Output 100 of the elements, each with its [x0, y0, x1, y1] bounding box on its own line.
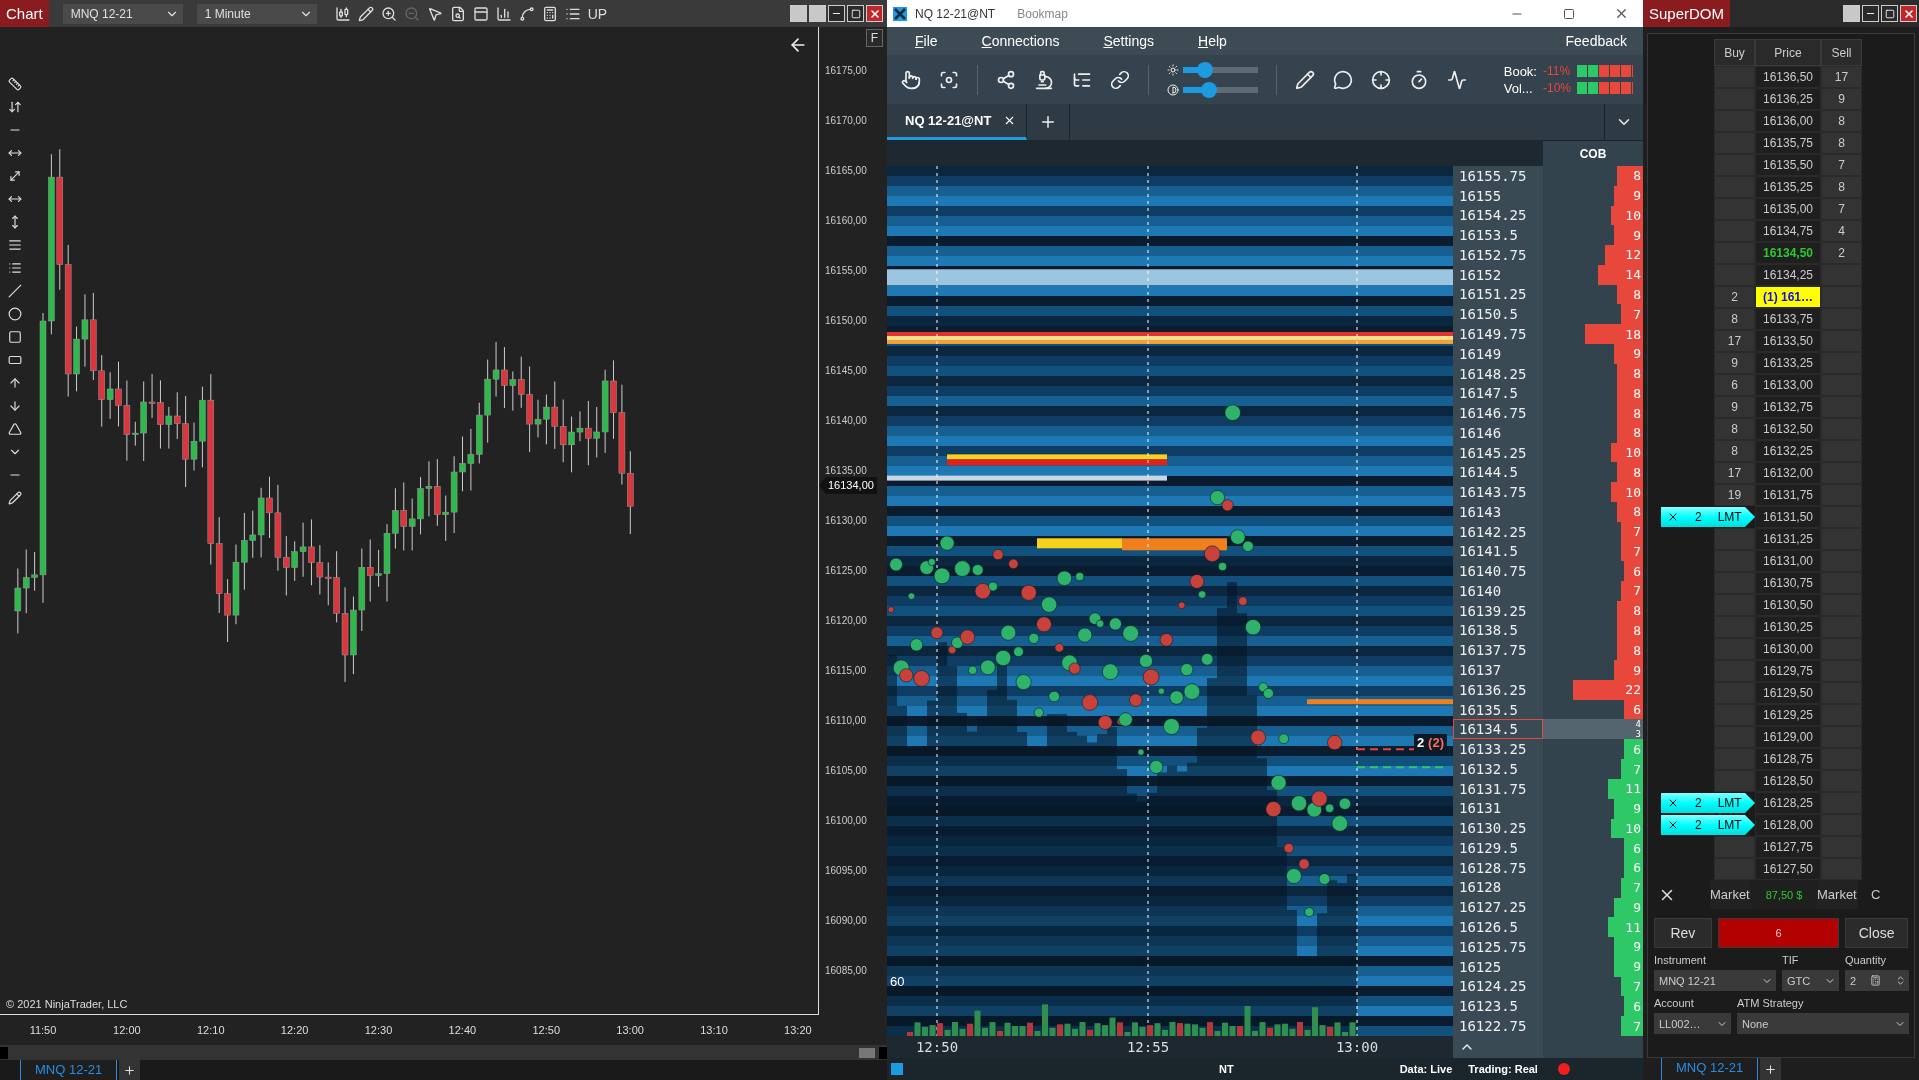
buy-cell[interactable] [1714, 748, 1755, 770]
panel-icon[interactable] [472, 5, 489, 22]
panel-button[interactable]: F [865, 29, 883, 47]
sell-cell[interactable] [1821, 748, 1862, 770]
pencil-icon[interactable] [8, 491, 22, 505]
menu-item[interactable]: Settings [1103, 33, 1154, 49]
triangle-icon[interactable] [8, 422, 22, 436]
buy-cell[interactable] [1714, 154, 1755, 176]
sell-cell[interactable] [1821, 374, 1862, 396]
menu-item[interactable]: Connections [981, 33, 1060, 49]
sell-cell[interactable] [1821, 418, 1862, 440]
buy-cell[interactable] [1714, 572, 1755, 594]
price-cell[interactable]: 16134,75 [1755, 220, 1821, 242]
price-cell[interactable]: 16127,75 [1755, 836, 1821, 858]
sell-cell[interactable]: 8 [1821, 176, 1862, 198]
sell-cell[interactable]: 2 [1821, 242, 1862, 264]
hand-pointer-icon[interactable] [901, 69, 921, 90]
sell-cell[interactable] [1821, 682, 1862, 704]
sell-cell[interactable]: 9 [1821, 88, 1862, 110]
circle-icon[interactable] [8, 307, 22, 321]
calculator-icon[interactable] [541, 5, 558, 22]
sell-cell[interactable] [1821, 660, 1862, 682]
ruler-icon[interactable] [8, 77, 22, 91]
buy-cell[interactable] [1714, 594, 1755, 616]
instrument-select[interactable]: MNQ 12-21 [62, 3, 183, 24]
buy-cell[interactable]: 8 [1714, 418, 1755, 440]
close-button[interactable] [1900, 5, 1917, 22]
arrows-icon[interactable] [8, 100, 22, 114]
lines-icon[interactable] [8, 238, 22, 252]
price-cell[interactable]: 16134,50 [1755, 242, 1821, 264]
sell-cell[interactable] [1821, 572, 1862, 594]
buy-cell[interactable] [1714, 242, 1755, 264]
price-cell[interactable]: 16135,50 [1755, 154, 1821, 176]
buy-cell[interactable]: 8 [1714, 308, 1755, 330]
price-cell[interactable]: 16128,75 [1755, 748, 1821, 770]
minimize-button[interactable] [1862, 5, 1879, 22]
price-cell[interactable]: 16136,00 [1755, 110, 1821, 132]
zoom-out-icon[interactable] [403, 5, 420, 22]
buy-cell[interactable] [1714, 176, 1755, 198]
share-icon[interactable] [996, 69, 1016, 90]
price-cell[interactable]: 16130,75 [1755, 572, 1821, 594]
instrument-tab[interactable]: MNQ 12-21 [1661, 1058, 1759, 1080]
rectangle-icon[interactable] [8, 353, 22, 367]
sell-cell[interactable]: 8 [1821, 132, 1862, 154]
price-cell[interactable]: 16135,25 [1755, 176, 1821, 198]
price-cell[interactable]: 16133,75 [1755, 308, 1821, 330]
candlestick-icon[interactable] [334, 5, 351, 22]
crosshair-icon[interactable] [1371, 69, 1391, 90]
microscope-icon[interactable] [1034, 69, 1054, 90]
dropdown[interactable]: MNQ 12-21 [1654, 970, 1776, 991]
scrollbar[interactable] [0, 1045, 887, 1060]
price-cell[interactable]: 16131,00 [1755, 550, 1821, 572]
interval-select[interactable]: 1 Minute [196, 3, 317, 24]
sell-cell[interactable]: 7 [1821, 198, 1862, 220]
buy-cell[interactable]: 19 [1714, 484, 1755, 506]
cancel-icon[interactable] [1667, 797, 1679, 809]
sell-cell[interactable]: 8 [1821, 110, 1862, 132]
buy-cell[interactable] [1714, 858, 1755, 880]
buy-cell[interactable] [1714, 88, 1755, 110]
list-icon[interactable] [8, 261, 22, 275]
sell-cell[interactable]: 7 [1821, 154, 1862, 176]
price-cell[interactable]: (1) 161… [1755, 286, 1821, 308]
price-cell[interactable]: 16132,75 [1755, 396, 1821, 418]
sell-cell[interactable] [1821, 330, 1862, 352]
price-cell[interactable]: 16133,00 [1755, 374, 1821, 396]
price-cell[interactable]: 16127,50 [1755, 858, 1821, 880]
price-cell[interactable]: 16129,25 [1755, 704, 1821, 726]
sell-cell[interactable] [1821, 528, 1862, 550]
price-cell[interactable]: 16129,50 [1755, 682, 1821, 704]
sell-cell[interactable] [1821, 286, 1862, 308]
line-chart-icon[interactable] [1447, 69, 1467, 90]
buy-cell[interactable]: 17 [1714, 330, 1755, 352]
buy-cell[interactable] [1714, 638, 1755, 660]
buy-cell[interactable] [1714, 616, 1755, 638]
sell-cell[interactable] [1821, 858, 1862, 880]
order-tag[interactable]: 2 LMT [1661, 793, 1755, 813]
price-cell[interactable]: 16136,50 [1755, 66, 1821, 88]
buy-cell[interactable]: 17 [1714, 462, 1755, 484]
slash-icon[interactable] [8, 284, 22, 298]
buy-cell[interactable] [1714, 770, 1755, 792]
menu-item[interactable]: Help [1198, 33, 1227, 49]
pencil-icon[interactable] [1295, 69, 1315, 90]
price-cell[interactable]: 16129,75 [1755, 660, 1821, 682]
add-tab-button[interactable] [1760, 1058, 1782, 1080]
price-cell[interactable]: 16130,25 [1755, 616, 1821, 638]
buy-cell[interactable] [1714, 726, 1755, 748]
price-cell[interactable]: 16130,00 [1755, 638, 1821, 660]
instrument-tab[interactable]: MNQ 12-21 [20, 1060, 118, 1080]
square-icon[interactable] [8, 330, 22, 344]
sell-cell[interactable]: 17 [1821, 66, 1862, 88]
price-cell[interactable]: 16128,00 [1755, 814, 1821, 836]
line-chart-icon[interactable] [518, 5, 535, 22]
pointer-icon[interactable] [426, 5, 443, 22]
buy-cell[interactable]: 8 [1714, 440, 1755, 462]
price-cell[interactable]: 16132,00 [1755, 462, 1821, 484]
buy-cell[interactable] [1714, 836, 1755, 858]
sell-cell[interactable] [1821, 770, 1862, 792]
market-buy-button[interactable]: Market [1710, 880, 1751, 909]
focus-icon[interactable] [939, 69, 959, 90]
buy-cell[interactable] [1714, 528, 1755, 550]
